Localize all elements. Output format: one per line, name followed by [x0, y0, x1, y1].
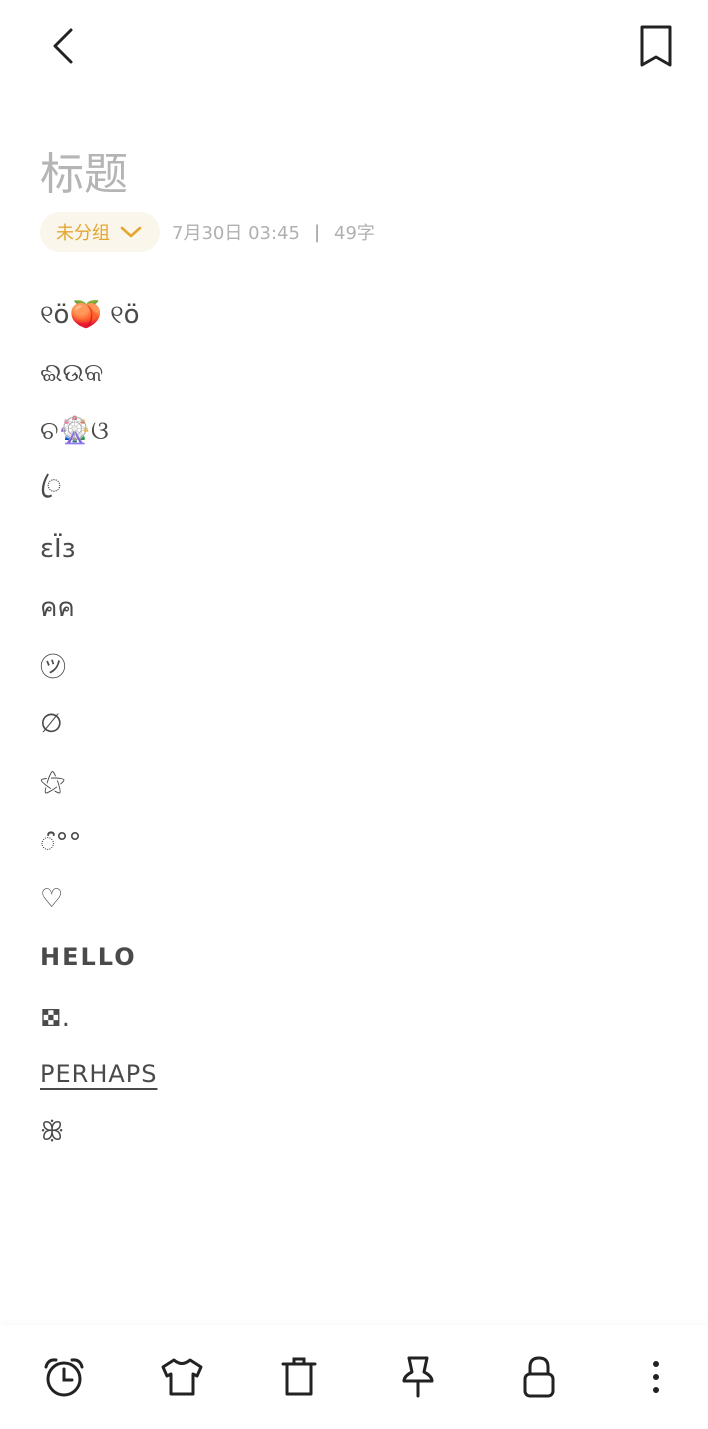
note-line[interactable]: ⚝ — [40, 753, 680, 811]
note-line[interactable]: ∅ — [40, 695, 680, 753]
tshirt-icon — [161, 1358, 203, 1396]
chevron-left-icon — [53, 28, 73, 64]
bookmark-icon — [640, 25, 672, 67]
note-line[interactable]: ɛÏɜ — [40, 520, 680, 578]
chevron-down-icon — [120, 226, 142, 238]
note-line[interactable]: ଈଉକ — [40, 344, 680, 402]
note-line[interactable]: HELLO — [40, 928, 680, 986]
note-line[interactable]: ꕥ — [40, 1103, 680, 1161]
note-body[interactable]: ୧ӧ🍑 ୧ӧ ଈଉକ ଚ🎡ଓ ꦿ ɛÏɜ คค ㋡ ∅ ⚝ ꢶ°° ♡ HELL… — [40, 286, 680, 1162]
note-line-text: PERHAPS — [40, 1060, 158, 1089]
bookmark-button[interactable] — [632, 22, 680, 70]
delete-button[interactable] — [271, 1349, 327, 1405]
note-line[interactable]: ♡ — [40, 870, 680, 928]
meta-separator: | — [313, 221, 321, 243]
more-vertical-icon — [653, 1361, 659, 1393]
char-count: 49字 — [334, 223, 375, 244]
theme-button[interactable] — [154, 1349, 210, 1405]
pin-icon — [402, 1356, 434, 1398]
note-meta: 未分组 7月30日 03:45 | 49字 — [40, 212, 375, 252]
group-label: 未分组 — [56, 223, 110, 244]
more-button[interactable] — [628, 1349, 684, 1405]
lock-button[interactable] — [511, 1349, 567, 1405]
note-title-input[interactable]: 标题 — [40, 138, 128, 202]
note-date: 7月30日 03:45 — [172, 223, 300, 244]
trash-icon — [281, 1357, 317, 1396]
pin-button[interactable] — [390, 1349, 446, 1405]
alarm-clock-icon — [44, 1358, 84, 1397]
note-line[interactable]: ꢶ°° — [40, 812, 680, 870]
note-line[interactable]: ୧ӧ🍑 ୧ӧ — [40, 286, 680, 344]
lock-icon — [523, 1356, 555, 1398]
note-line[interactable]: ㋡ — [40, 636, 680, 694]
note-line[interactable]: ꦿ — [40, 461, 680, 519]
back-button[interactable] — [40, 22, 88, 70]
group-selector[interactable]: 未分组 — [40, 212, 160, 252]
note-line[interactable]: 𖣯. — [40, 987, 680, 1045]
note-line[interactable]: PERHAPS — [40, 1045, 680, 1103]
alarm-button[interactable] — [36, 1349, 92, 1405]
note-line[interactable]: ଚ🎡ଓ — [40, 403, 680, 461]
bottom-toolbar — [0, 1325, 708, 1429]
note-line[interactable]: คค — [40, 578, 680, 636]
top-bar — [0, 0, 708, 90]
